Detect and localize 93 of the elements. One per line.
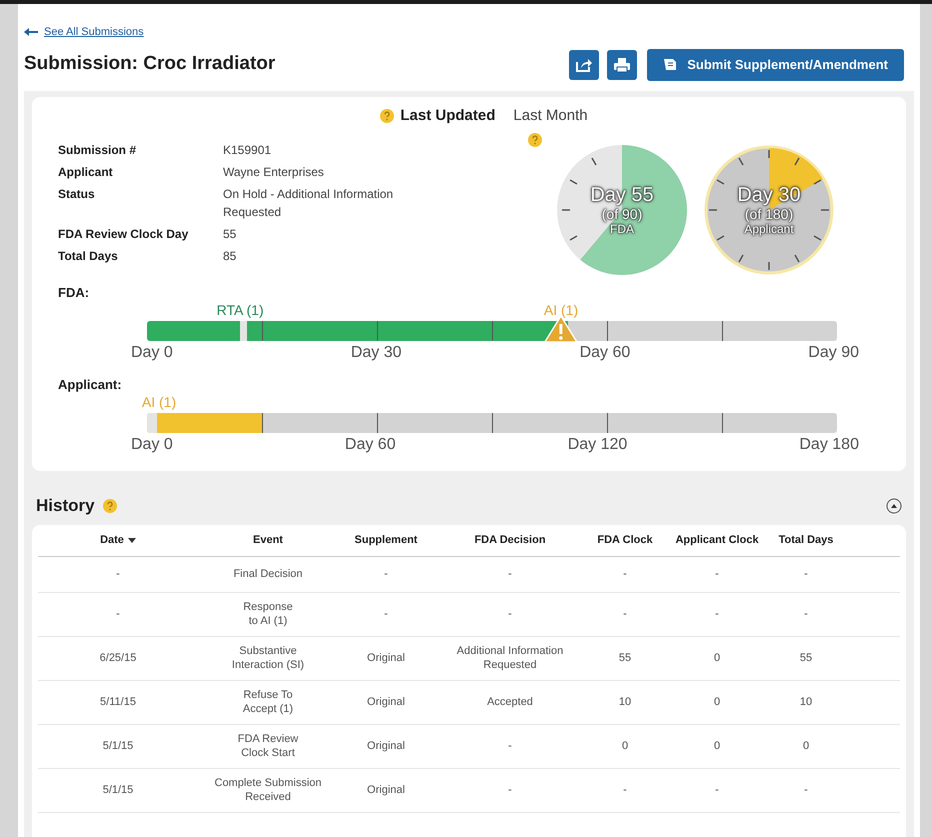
- table-cell-text: 6/25/15: [98, 651, 138, 665]
- table-cell-text: Response to AI (1): [242, 600, 294, 628]
- last-updated-value: Last Month: [513, 106, 588, 126]
- table-cell-text: -: [714, 607, 720, 621]
- timeline-tick-label: Day 0: [131, 343, 173, 363]
- table-cell-text: -: [714, 567, 720, 581]
- table-cell-text: -: [507, 607, 513, 621]
- table-cell-text: Original: [366, 783, 406, 797]
- table-cell-text: Refuse To Accept (1): [242, 688, 294, 716]
- back-link[interactable]: See All Submissions: [44, 24, 144, 40]
- document-icon: [663, 58, 678, 71]
- table-cell-text: 10: [798, 695, 814, 709]
- column-header[interactable]: Supplement: [338, 532, 434, 548]
- table-cell-text: 5/11/15: [99, 695, 137, 709]
- table-cell-text: Accepted: [486, 695, 534, 709]
- timeline-marker-label: AI (1): [544, 301, 578, 319]
- column-header[interactable]: Applicant Clock: [664, 532, 770, 548]
- column-header[interactable]: FDA Clock: [586, 532, 664, 548]
- timeline-label: FDA:: [58, 284, 90, 301]
- table-cell-text: -: [383, 607, 389, 621]
- timeline-notch: [240, 321, 248, 341]
- table-cell-text: -: [622, 607, 628, 621]
- clock-caption: FDA: [610, 223, 634, 235]
- table-cell-text: 0: [620, 739, 630, 753]
- table-cell-text: Substantive Interaction (SI): [230, 644, 306, 672]
- table-cell-text: -: [383, 567, 389, 581]
- column-header[interactable]: Total Days: [770, 532, 842, 548]
- timeline-tick-label: Day 30: [350, 343, 402, 363]
- timeline-marker-label: RTA (1): [216, 301, 264, 319]
- detail-value: 55: [223, 226, 238, 243]
- table-cell-text: 55: [798, 651, 814, 665]
- detail-label: FDA Review Clock Day: [58, 226, 190, 243]
- timeline-tick-label: Day 60: [344, 435, 396, 455]
- table-cell-text: -: [115, 567, 121, 581]
- history-title: History: [36, 495, 95, 517]
- detail-label: Applicant: [58, 164, 114, 181]
- clock-total: (of 90): [602, 207, 642, 221]
- last-updated-label: Last Updated: [400, 106, 496, 126]
- detail-value: K159901: [223, 142, 272, 159]
- table-cell-text: Additional Information Requested: [456, 644, 564, 672]
- table-cell-text: 5/1/15: [102, 739, 134, 753]
- page-title: Submission: Croc Irradiator: [24, 52, 276, 76]
- table-cell-text: -: [507, 567, 513, 581]
- column-header[interactable]: FDA Decision: [434, 532, 586, 548]
- collapse-icon[interactable]: [886, 498, 902, 514]
- table-cell-text: -: [507, 783, 513, 797]
- table-cell-text: -: [803, 567, 809, 581]
- help-icon: [102, 498, 117, 513]
- timeline-label: Applicant:: [58, 376, 123, 393]
- table-cell-text: Original: [366, 651, 406, 665]
- table-cell-text: Original: [366, 739, 406, 753]
- print-icon: [613, 56, 632, 72]
- detail-value: 85: [223, 248, 238, 265]
- detail-value: Wayne Enterprises: [223, 164, 325, 181]
- table-cell-text: -: [803, 783, 809, 797]
- back-arrow-icon: [24, 28, 38, 36]
- print-button[interactable]: [607, 50, 638, 80]
- table-cell-text: 0: [712, 695, 722, 709]
- table-cell-text: Original: [366, 695, 406, 709]
- table-cell-text: 5/1/15: [102, 783, 134, 797]
- detail-label: Status: [58, 186, 96, 203]
- table-cell-text: 0: [712, 739, 722, 753]
- table-cell-text: Final Decision: [232, 567, 304, 581]
- table-cell-text: 55: [618, 651, 632, 665]
- table-cell-text: -: [622, 567, 628, 581]
- share-button[interactable]: [569, 50, 600, 80]
- detail-value: On Hold - Additional Information Requested: [223, 186, 394, 221]
- timeline-tick-label: Day 90: [808, 343, 859, 363]
- help-icon: [380, 108, 394, 123]
- detail-label: Submission #: [58, 142, 138, 159]
- table-cell-text: -: [714, 783, 720, 797]
- sort-down-icon: [128, 538, 136, 542]
- help-icon: [528, 133, 542, 147]
- table-cell-text: 0: [712, 651, 722, 665]
- timeline-marker-label: AI (1): [142, 393, 176, 411]
- table-cell-text: 10: [618, 695, 632, 709]
- timeline-tick-label: Day 180: [799, 435, 859, 455]
- detail-label: Total Days: [58, 248, 119, 265]
- table-cell-text: 0: [802, 739, 810, 753]
- timeline-tick-label: Day 60: [580, 343, 630, 363]
- table-cell-text: -: [115, 607, 121, 621]
- table-cell-text: -: [622, 783, 628, 797]
- column-header[interactable]: Date: [38, 532, 198, 548]
- table-cell-text: FDA Review Clock Start: [236, 732, 300, 760]
- submit-supplement-button[interactable]: Submit Supplement/Amendment: [647, 48, 904, 80]
- share-icon: [575, 56, 594, 72]
- table-cell-text: -: [507, 739, 513, 753]
- timeline-tick-label: Day 0: [131, 435, 173, 455]
- table-cell-text: -: [803, 607, 809, 621]
- column-header[interactable]: Event: [198, 532, 338, 548]
- timeline-tick-label: Day 120: [568, 435, 628, 455]
- clock-caption: Applicant: [744, 223, 794, 235]
- table-cell-text: Complete Submission Received: [214, 776, 322, 804]
